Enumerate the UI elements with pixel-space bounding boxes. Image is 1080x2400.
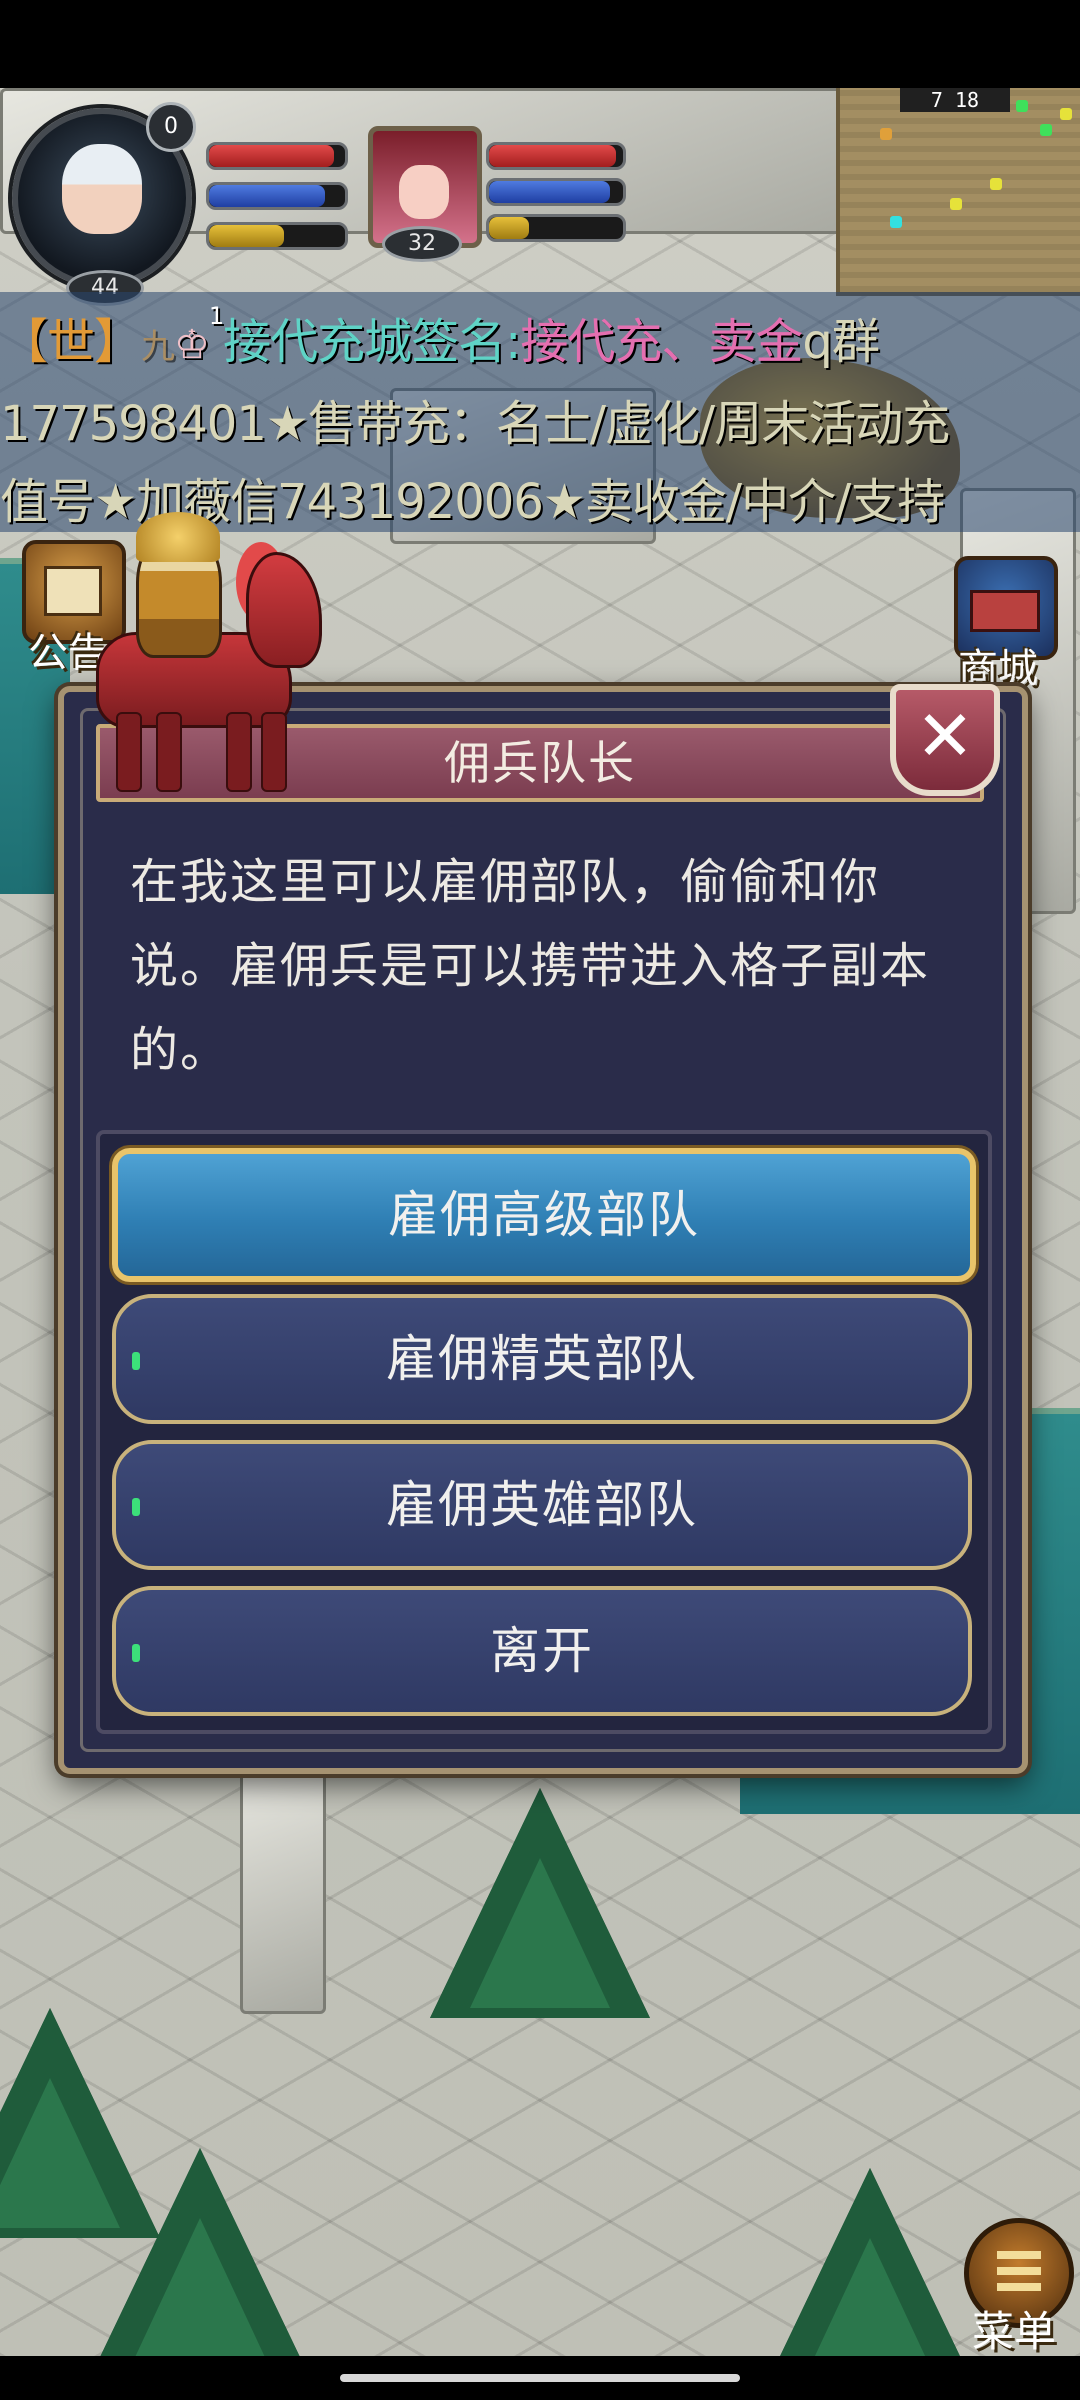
minimap-npc-marker xyxy=(1040,124,1052,136)
hire-hero-troops-button[interactable]: 雇佣英雄部队 xyxy=(112,1440,972,1570)
crown-icon: ♔ xyxy=(174,322,210,368)
option-label: 雇佣精英部队 xyxy=(386,1330,698,1388)
chat-sender[interactable]: 接代充城签名: xyxy=(223,314,521,370)
player-mp-fill xyxy=(209,185,325,207)
chat-sender-prefix: 九 xyxy=(141,327,175,367)
hire-advanced-troops-button[interactable]: 雇佣高级部队 xyxy=(112,1148,976,1282)
pet-hp-fill xyxy=(489,145,617,167)
horse-leg xyxy=(226,712,252,792)
option-label: 雇佣高级部队 xyxy=(388,1186,700,1244)
pet-xp-fill xyxy=(489,217,530,239)
player-xp-fill xyxy=(209,225,284,247)
minimap-npc-marker xyxy=(950,198,962,210)
menu-label: 菜单 xyxy=(972,2307,1057,2356)
minimap-npc-marker xyxy=(1016,100,1028,112)
close-button[interactable]: ✕ xyxy=(890,684,1000,796)
game-screen: 44 0 32 7 18 【世】九♔1接代充城签名:接代充、卖金q群 17759… xyxy=(0,0,1080,2400)
pine-tree xyxy=(430,1788,650,2018)
stone-border xyxy=(240,1768,326,2014)
minimap[interactable] xyxy=(836,88,1080,296)
pet-hp-bar xyxy=(486,142,626,170)
player-xp-bar xyxy=(206,222,348,250)
horse-leg xyxy=(156,712,182,792)
minimap-building-marker xyxy=(880,128,892,140)
pet-face xyxy=(399,165,449,219)
pet-xp-bar xyxy=(486,214,626,242)
option-label: 雇佣英雄部队 xyxy=(386,1476,698,1534)
home-indicator[interactable] xyxy=(340,2374,740,2382)
leave-button[interactable]: 离开 xyxy=(112,1586,972,1716)
chat-line: 177598401★售带充：名士/虚化/周末活动充 xyxy=(0,396,950,452)
pine-tree xyxy=(90,2148,310,2356)
minimap-npc-marker xyxy=(990,178,1002,190)
chat-highlight: 接代充、卖金 xyxy=(520,314,803,370)
menu-list-icon xyxy=(997,2251,1041,2291)
notification-badge[interactable]: 0 xyxy=(146,102,196,152)
pet-mp-bar xyxy=(486,178,626,206)
world-chat[interactable]: 【世】九♔1接代充城签名:接代充、卖金q群 177598401★售带充：名士/虚… xyxy=(0,292,1080,532)
player-hp-fill xyxy=(209,145,335,167)
option-label: 离开 xyxy=(490,1622,594,1680)
shop-icon xyxy=(970,590,1040,632)
npc-helmet xyxy=(136,512,220,562)
mercenary-captain-npc xyxy=(76,512,322,802)
horse-head xyxy=(246,552,322,668)
pine-tree xyxy=(760,2168,980,2356)
pet-level: 32 xyxy=(382,226,462,262)
player-mp-bar xyxy=(206,182,348,210)
chat-channel-tag: 【世】 xyxy=(0,314,142,370)
close-icon: ✕ xyxy=(915,695,975,777)
chat-line: 【世】九♔1接代充城签名:接代充、卖金q群 xyxy=(0,302,880,372)
minimap-player-marker xyxy=(890,216,902,228)
dialog-message: 在我这里可以雇佣部队，偷偷和你说。雇佣兵是可以携带进入格子副本的。 xyxy=(130,854,931,1078)
hire-elite-troops-button[interactable]: 雇佣精英部队 xyxy=(112,1294,972,1424)
player-face xyxy=(62,144,142,234)
player-hp-bar xyxy=(206,142,348,170)
crown-level: 1 xyxy=(208,302,224,330)
pet-mp-fill xyxy=(489,181,610,203)
horse-leg xyxy=(261,712,287,792)
chat-text: q群 xyxy=(802,314,879,370)
minimap-coordinates: 7 18 xyxy=(900,88,1010,112)
horse-leg xyxy=(116,712,142,792)
minimap-npc-marker xyxy=(1060,108,1072,120)
